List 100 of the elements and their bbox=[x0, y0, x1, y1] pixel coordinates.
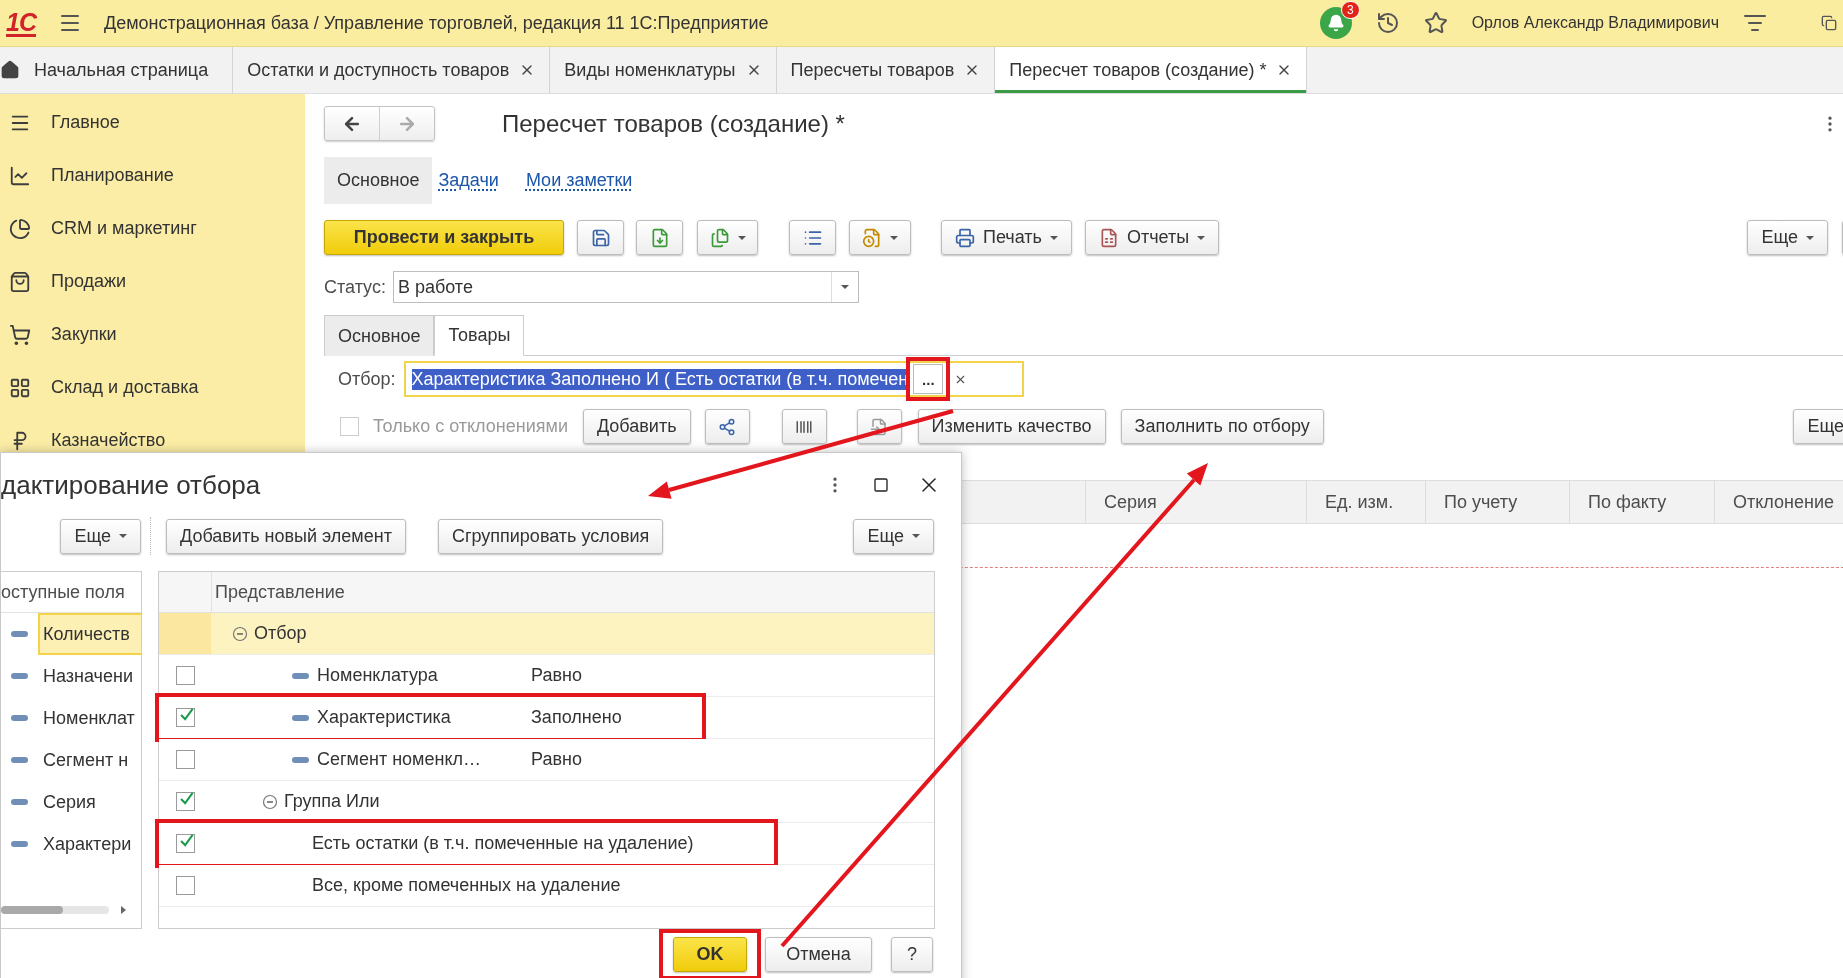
column-header[interactable]: По факту bbox=[1569, 481, 1714, 523]
tree-label: Характеристика bbox=[317, 707, 451, 728]
more-button[interactable]: Еще bbox=[1747, 220, 1828, 255]
restore-icon[interactable] bbox=[1821, 15, 1837, 31]
bell-icon bbox=[1326, 14, 1345, 32]
save-button[interactable] bbox=[577, 220, 624, 255]
add-button[interactable]: Добавить bbox=[582, 409, 691, 444]
caret-icon bbox=[737, 235, 746, 240]
post-button[interactable] bbox=[636, 220, 683, 255]
minus-icon bbox=[11, 631, 28, 637]
save-icon bbox=[590, 227, 611, 248]
tree-label: Отбор bbox=[254, 623, 307, 644]
sidebar-item[interactable]: Главное bbox=[0, 96, 305, 149]
cancel-button[interactable]: Отмена bbox=[765, 937, 872, 972]
tree-row[interactable]: Все, кроме помеченных на удаление bbox=[159, 865, 934, 907]
tree-label: Есть остатки (в т.ч. помеченные на удаление) bbox=[312, 833, 694, 854]
field-item[interactable]: Характери bbox=[38, 823, 141, 865]
more-button[interactable]: Еще bbox=[853, 518, 934, 554]
sidebar-item[interactable]: Продажи bbox=[0, 255, 305, 308]
list-button[interactable] bbox=[789, 220, 836, 255]
more-button[interactable]: Еще bbox=[1793, 409, 1843, 444]
caret-icon bbox=[1049, 235, 1058, 240]
tree-label: Сегмент номенкл… bbox=[317, 749, 481, 770]
pie-chart-icon bbox=[9, 217, 31, 240]
tree-row[interactable]: Отбор bbox=[159, 613, 934, 655]
column-header[interactable]: Отклонение bbox=[1714, 481, 1843, 523]
maximize-icon[interactable] bbox=[873, 477, 889, 493]
column-header[interactable]: По учету bbox=[1425, 481, 1569, 523]
change-quality-button[interactable]: Изменить качество bbox=[917, 409, 1106, 444]
fill-by-filter-button[interactable]: Заполнить по отбору bbox=[1120, 409, 1324, 444]
sidebar-item[interactable]: Закупки bbox=[0, 308, 305, 361]
document-button[interactable] bbox=[849, 220, 911, 255]
document-tab[interactable]: Пересчет товаров (создание) * bbox=[995, 47, 1308, 93]
section-tab[interactable]: Основное bbox=[324, 157, 433, 204]
field-item[interactable]: Сегмент н bbox=[38, 739, 141, 781]
sidebar-item[interactable]: Склад и доставка bbox=[0, 361, 305, 414]
form-tab[interactable]: Товары bbox=[434, 315, 525, 356]
notification-count: 3 bbox=[1340, 1, 1360, 19]
share-button[interactable] bbox=[704, 409, 750, 444]
share-icon bbox=[718, 417, 736, 436]
add-element-button[interactable]: Добавить новый элемент bbox=[166, 518, 406, 554]
checkbox[interactable] bbox=[175, 750, 195, 769]
sidebar-item[interactable]: Казначейство bbox=[0, 414, 305, 467]
history-icon[interactable] bbox=[1375, 11, 1400, 35]
copy-button[interactable] bbox=[697, 220, 758, 255]
home-icon bbox=[0, 60, 20, 80]
tree-label: Номенклатура bbox=[317, 665, 438, 686]
copy-icon bbox=[709, 227, 730, 248]
chart-icon bbox=[9, 164, 31, 187]
collapse-icon[interactable] bbox=[232, 625, 248, 642]
column-header: Представление bbox=[214, 580, 345, 604]
post-and-close-button[interactable]: Провести и закрыть bbox=[324, 220, 564, 255]
field-item[interactable]: Номенклат bbox=[38, 697, 141, 739]
condition-text: Равно bbox=[531, 749, 582, 770]
checkbox[interactable] bbox=[175, 876, 195, 895]
caret-icon bbox=[119, 534, 127, 538]
checkbox[interactable] bbox=[175, 708, 195, 727]
choose-button[interactable]: ... bbox=[913, 364, 944, 394]
minus-icon bbox=[292, 714, 309, 721]
user-name[interactable]: Орлов Александр Владимирович bbox=[1471, 14, 1719, 32]
tree-label: Все, кроме помеченных на удаление bbox=[312, 875, 621, 896]
more-button[interactable]: Еще bbox=[60, 518, 141, 554]
section-link[interactable]: Задачи bbox=[436, 157, 512, 204]
column-header[interactable]: Ед. изм. bbox=[1306, 481, 1425, 523]
caret-icon bbox=[912, 534, 920, 538]
checkbox[interactable] bbox=[175, 834, 195, 853]
ok-button[interactable]: OK bbox=[673, 937, 747, 972]
caret-icon bbox=[840, 285, 849, 289]
collapse-icon[interactable] bbox=[262, 793, 278, 810]
status-select[interactable]: В работе bbox=[392, 271, 859, 303]
condition-text: Заполнено bbox=[531, 707, 622, 728]
tree-row[interactable]: Сегмент номенкл… Равно bbox=[159, 739, 934, 781]
checkbox[interactable] bbox=[175, 666, 195, 685]
section-link[interactable]: Мои заметки bbox=[523, 157, 646, 204]
notification-button[interactable] bbox=[1319, 7, 1352, 39]
checkbox-label: Только с отклонениями bbox=[373, 416, 568, 437]
minus-icon bbox=[292, 672, 309, 679]
caret-icon bbox=[890, 235, 898, 240]
print-button[interactable]: Печать bbox=[941, 220, 1072, 255]
group-conditions-button[interactable]: Сгруппировать условия bbox=[437, 518, 664, 554]
document-title: Пересчет товаров (создание) * bbox=[502, 109, 845, 138]
field-item[interactable]: Серия bbox=[38, 781, 141, 823]
help-button[interactable]: ? bbox=[891, 937, 933, 972]
document-clock-icon bbox=[862, 227, 882, 248]
sidebar-item[interactable]: CRM и маркетинг bbox=[0, 202, 305, 255]
document-tab[interactable]: Начальная страница bbox=[0, 47, 234, 93]
field-item[interactable]: Назначени bbox=[38, 655, 141, 697]
sidebar-item[interactable]: Планирование bbox=[0, 149, 305, 202]
minus-icon bbox=[11, 757, 28, 763]
reports-button[interactable]: Отчеты bbox=[1084, 220, 1220, 255]
minus-icon bbox=[292, 756, 309, 763]
barcode-button[interactable] bbox=[781, 409, 827, 444]
tree-label: Группа Или bbox=[284, 791, 380, 812]
status-label: Статус: bbox=[324, 276, 386, 298]
field-item[interactable]: Количеств bbox=[38, 613, 141, 655]
star-icon[interactable] bbox=[1423, 11, 1448, 35]
minus-icon bbox=[11, 715, 28, 721]
form-tab[interactable]: Основное bbox=[324, 315, 435, 356]
app-title: Демонстрационная база / Управление торговлей, редакция 11 1С:Предприятие bbox=[103, 12, 769, 34]
checkbox[interactable] bbox=[175, 792, 195, 811]
